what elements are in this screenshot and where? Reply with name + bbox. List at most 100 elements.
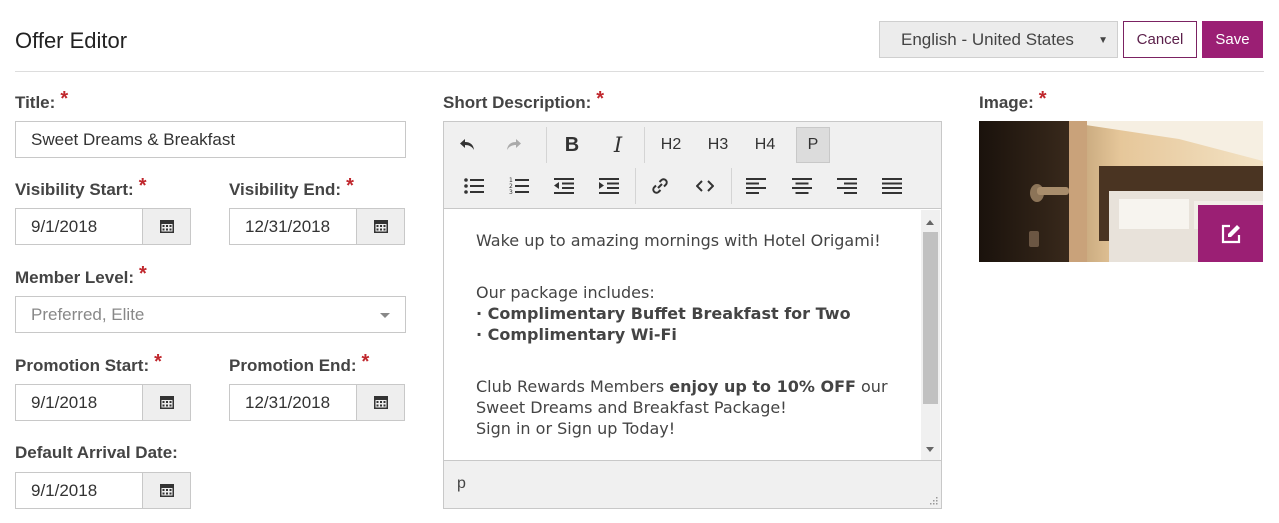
italic-button[interactable]: I <box>601 127 635 163</box>
content-paragraph: Sign in or Sign up Today! <box>476 419 676 438</box>
required-mark: * <box>138 175 147 197</box>
required-mark: * <box>139 263 147 285</box>
visibility-end-datepicker: 12/31/2018 <box>229 208 405 245</box>
outdent-button[interactable] <box>547 168 581 204</box>
align-right-button[interactable] <box>830 168 864 204</box>
heading-3-button[interactable]: H3 <box>701 127 735 163</box>
calendar-icon <box>373 396 388 409</box>
indent-icon <box>599 178 619 194</box>
default-arrival-calendar-button[interactable] <box>143 472 191 509</box>
heading-4-button[interactable]: H4 <box>748 127 782 163</box>
visibility-start-calendar-button[interactable] <box>143 208 191 245</box>
offer-image <box>979 121 1263 262</box>
redo-icon <box>507 139 521 150</box>
title-input[interactable]: Sweet Dreams & Breakfast <box>15 121 406 158</box>
editor-toolbar: B I H2 H3 H4 P 123 <box>444 122 941 209</box>
visibility-end-calendar-button[interactable] <box>357 208 405 245</box>
required-mark: * <box>346 175 354 197</box>
required-mark: * <box>596 88 605 110</box>
redo-button[interactable] <box>496 127 530 163</box>
promotion-end-datepicker: 12/31/2018 <box>229 384 405 421</box>
chevron-down-icon: ▼ <box>1098 35 1108 46</box>
toolbar-separator <box>635 168 636 204</box>
content-paragraph: Our package includes: <box>476 283 655 302</box>
promotion-start-calendar-button[interactable] <box>143 384 191 421</box>
save-button[interactable]: Save <box>1202 21 1263 58</box>
edit-icon <box>1221 224 1240 243</box>
numbered-list-icon: 123 <box>509 177 529 195</box>
content-paragraph: Club Rewards Members enjoy up to 10% OFF… <box>476 377 888 396</box>
required-mark: * <box>60 88 69 110</box>
toolbar-separator <box>731 168 732 204</box>
scroll-up-icon[interactable] <box>926 220 934 225</box>
content-bullet: · Complimentary Buffet Breakfast for Two <box>476 304 851 323</box>
promotion-end-input[interactable]: 12/31/2018 <box>229 384 357 421</box>
numbered-list-button[interactable]: 123 <box>502 168 536 204</box>
calendar-icon <box>373 220 388 233</box>
calendar-icon <box>159 396 174 409</box>
language-select[interactable]: English - United States ▼ <box>879 21 1118 58</box>
bold-button[interactable]: B <box>555 127 589 163</box>
language-select-value: English - United States <box>901 29 1074 49</box>
default-arrival-input[interactable]: 9/1/2018 <box>15 472 143 509</box>
editor-content[interactable]: Wake up to amazing mornings with Hotel O… <box>444 210 920 460</box>
edit-image-button[interactable] <box>1198 205 1263 262</box>
default-arrival-label: Default Arrival Date: <box>15 443 178 462</box>
member-level-select[interactable]: Preferred, Elite <box>15 296 406 333</box>
editor-status-path[interactable]: p <box>444 460 941 508</box>
align-center-icon <box>792 178 812 194</box>
paragraph-button[interactable]: P <box>796 127 830 163</box>
visibility-end-input[interactable]: 12/31/2018 <box>229 208 357 245</box>
visibility-start-label: Visibility Start: * <box>15 175 147 199</box>
promotion-start-label: Promotion Start: * <box>15 351 162 375</box>
align-left-icon <box>746 178 766 194</box>
title-label: Title: * <box>15 88 69 112</box>
align-right-icon <box>837 178 857 194</box>
source-code-button[interactable] <box>688 168 722 204</box>
member-level-value: Preferred, Elite <box>31 304 145 324</box>
undo-button[interactable] <box>451 127 485 163</box>
align-left-button[interactable] <box>739 168 773 204</box>
justify-icon <box>882 178 902 194</box>
content-bullet: · Complimentary Wi-Fi <box>476 325 677 344</box>
undo-icon <box>460 139 474 150</box>
scroll-down-icon[interactable] <box>926 447 934 452</box>
toolbar-separator <box>546 127 547 163</box>
promotion-end-calendar-button[interactable] <box>357 384 405 421</box>
short-description-label: Short Description: * <box>443 88 605 112</box>
promotion-start-input[interactable]: 9/1/2018 <box>15 384 143 421</box>
visibility-end-label: Visibility End: * <box>229 175 354 199</box>
svg-text:3: 3 <box>509 189 513 195</box>
resize-handle-icon[interactable] <box>928 495 938 505</box>
outdent-icon <box>554 178 574 194</box>
visibility-start-datepicker: 9/1/2018 <box>15 208 191 245</box>
default-arrival-datepicker: 9/1/2018 <box>15 472 191 509</box>
member-level-label: Member Level: * <box>15 263 147 287</box>
code-icon <box>696 180 714 192</box>
indent-button[interactable] <box>592 168 626 204</box>
content-paragraph: Sweet Dreams and Breakfast Package! <box>476 398 787 417</box>
required-mark: * <box>361 351 370 373</box>
align-center-button[interactable] <box>785 168 819 204</box>
bulleted-list-icon <box>464 178 484 194</box>
required-mark: * <box>1038 88 1047 110</box>
visibility-start-input[interactable]: 9/1/2018 <box>15 208 143 245</box>
content-paragraph: Wake up to amazing mornings with Hotel O… <box>476 231 881 250</box>
link-icon <box>652 178 668 194</box>
chevron-down-icon <box>380 313 390 318</box>
scrollbar-thumb[interactable] <box>923 232 938 404</box>
rich-text-editor: B I H2 H3 H4 P 123 Wake up to amazing mo… <box>443 121 942 509</box>
calendar-icon <box>159 484 174 497</box>
toolbar-separator <box>644 127 645 163</box>
heading-2-button[interactable]: H2 <box>654 127 688 163</box>
calendar-icon <box>159 220 174 233</box>
cancel-button[interactable]: Cancel <box>1123 21 1197 58</box>
promotion-end-label: Promotion End: * <box>229 351 370 375</box>
required-mark: * <box>154 351 162 373</box>
justify-button[interactable] <box>875 168 909 204</box>
bulleted-list-button[interactable] <box>457 168 491 204</box>
promotion-start-datepicker: 9/1/2018 <box>15 384 191 421</box>
editor-scrollbar[interactable] <box>921 210 940 460</box>
image-label: Image: * <box>979 88 1047 112</box>
insert-link-button[interactable] <box>643 168 677 204</box>
